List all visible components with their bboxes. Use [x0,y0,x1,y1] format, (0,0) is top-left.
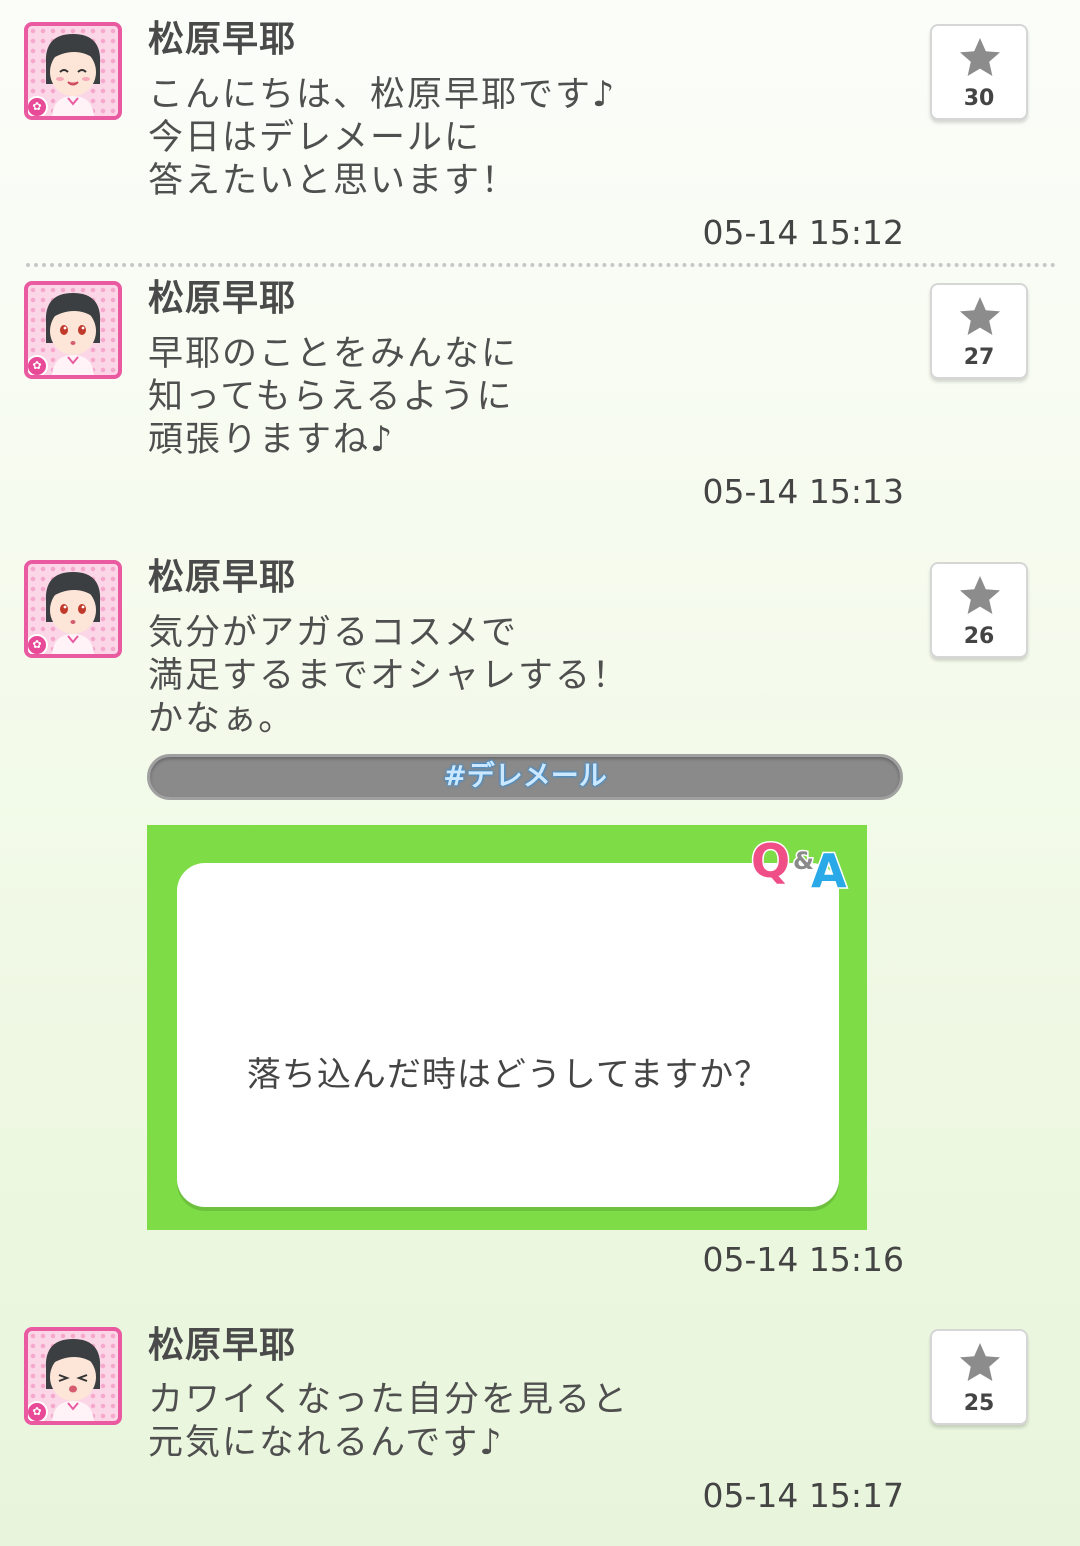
qa-logo-a: A [811,844,847,891]
avatar[interactable]: ✿ [24,560,122,658]
message-text: カワイくなった自分を見ると 元気になれるんです♪ [148,1380,630,1463]
flower-icon: ✿ [28,96,48,116]
hashtag-button[interactable]: #デレメール [147,754,903,800]
like-count: 26 [963,624,995,649]
like-button[interactable]: 30 [930,24,1028,120]
avatar[interactable]: ✿ [24,1327,122,1425]
message-text: 気分がアガるコスメで 満足するまでオシャレする！ かなぁ。 [148,613,630,739]
star-icon [960,38,1000,76]
avatar[interactable]: ✿ [24,281,122,379]
qa-question-text: 落ち込んだ時はどうしてますか？ [246,1055,770,1095]
timestamp: 05-14 15:13 [702,472,904,511]
qa-question-panel: 落ち込んだ時はどうしてますか？ [177,863,839,1207]
avatar[interactable]: ✿ [24,22,122,120]
like-count: 25 [963,1391,995,1416]
timestamp: 05-14 15:17 [702,1476,904,1515]
like-button[interactable]: 27 [930,283,1028,379]
timestamp: 05-14 15:16 [702,1240,904,1279]
author-name: 松原早耶 [148,1325,297,1366]
author-name: 松原早耶 [148,19,297,60]
like-count: 27 [963,345,995,370]
like-button[interactable]: 26 [930,562,1028,658]
author-name: 松原早耶 [148,557,297,598]
message-text: こんにちは、松原早耶です♪ 今日はデレメールに 答えたいと思います！ [148,75,617,201]
star-icon [960,297,1000,335]
like-count: 30 [963,86,995,111]
star-icon [960,576,1000,614]
qa-logo-q: Q [751,834,790,888]
message-text: 早耶のことをみんなに 知ってもらえるように 頑張りますね♪ [148,334,519,460]
author-name: 松原早耶 [148,278,297,319]
flower-icon: ✿ [28,1401,48,1421]
divider [26,263,1056,267]
like-button[interactable]: 25 [930,1329,1028,1425]
flower-icon: ✿ [28,634,48,654]
qa-logo: Q & A [750,833,849,892]
timestamp: 05-14 15:12 [702,213,904,252]
flower-icon: ✿ [28,355,48,375]
star-icon [960,1343,1000,1381]
qa-card-image[interactable]: 落ち込んだ時はどうしてますか？ Q & A [147,825,867,1230]
